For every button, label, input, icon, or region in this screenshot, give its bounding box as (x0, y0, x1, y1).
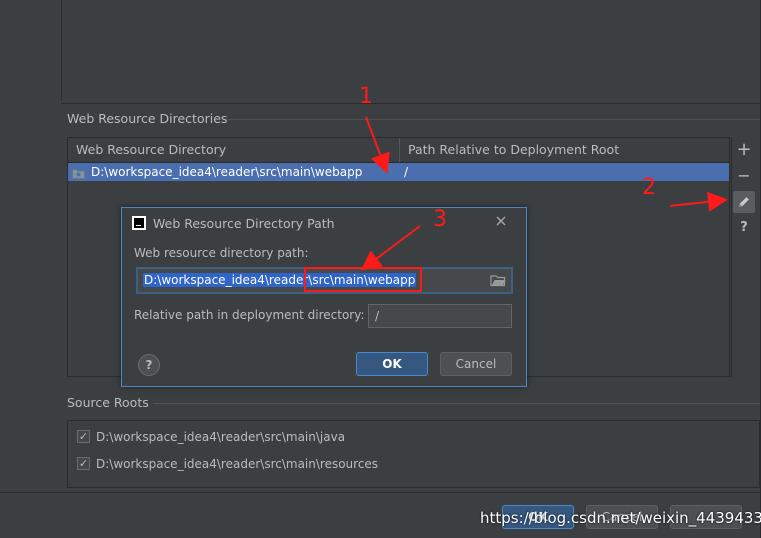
close-icon[interactable] (494, 214, 508, 228)
source-root-checkbox-resources[interactable]: ✓ (77, 457, 90, 470)
top-left-separator (61, 0, 62, 100)
dialog-ok-button[interactable]: OK (356, 352, 428, 376)
relative-path-label: Relative path in deployment directory: (134, 308, 365, 322)
source-root-label-resources: D:\workspace_idea4\reader\src\main\resou… (96, 457, 379, 471)
column-header-relative-path[interactable]: Path Relative to Deployment Root (400, 138, 729, 162)
folder-icon (72, 166, 85, 179)
footer-divider (0, 492, 761, 493)
watermark: https://blog.csdn.net/weixin_44394335 (480, 509, 761, 527)
column-header-directory[interactable]: Web Resource Directory (68, 138, 400, 162)
source-roots-title-rule (153, 403, 760, 404)
source-root-label-java: D:\workspace_idea4\reader\src\main\java (96, 430, 346, 444)
source-root-checkbox-java[interactable]: ✓ (77, 430, 90, 443)
section-divider (61, 103, 761, 104)
dialog-cancel-button[interactable]: Cancel (440, 352, 512, 376)
help-button[interactable]: ? (733, 217, 755, 239)
source-roots-section-title: Source Roots (67, 395, 149, 410)
table-row[interactable]: D:\workspace_idea4\reader\src\main\webap… (68, 163, 729, 181)
add-button[interactable]: + (733, 139, 755, 161)
path-input[interactable]: D:\workspace_idea4\reader\src\main\webap… (136, 267, 513, 294)
browse-folder-icon[interactable] (490, 274, 506, 288)
remove-button[interactable]: − (733, 165, 755, 187)
annotation-label-2: 2 (642, 175, 656, 200)
path-input-value: D:\workspace_idea4\reader\src\main\webap… (143, 273, 417, 287)
row-relative-cell: / (404, 165, 409, 179)
web-resource-section-title: Web Resource Directories (67, 111, 228, 126)
web-resource-title-rule (226, 119, 760, 120)
dialog-title: Web Resource Directory Path (153, 216, 335, 231)
intellij-logo-icon (132, 216, 146, 230)
path-label: Web resource directory path: (134, 246, 309, 260)
relative-path-value: / (375, 309, 380, 323)
edit-button[interactable] (733, 191, 755, 213)
annotation-label-3: 3 (433, 207, 447, 232)
web-resource-path-dialog: Web Resource Directory Path Web resource… (121, 207, 527, 387)
annotation-label-1: 1 (359, 84, 373, 109)
pencil-icon (737, 194, 751, 213)
toolbar-separator (731, 137, 732, 377)
relative-path-input[interactable]: / (368, 304, 512, 328)
row-directory-cell: D:\workspace_idea4\reader\src\main\webap… (91, 165, 363, 179)
dialog-help-button[interactable]: ? (138, 354, 160, 376)
